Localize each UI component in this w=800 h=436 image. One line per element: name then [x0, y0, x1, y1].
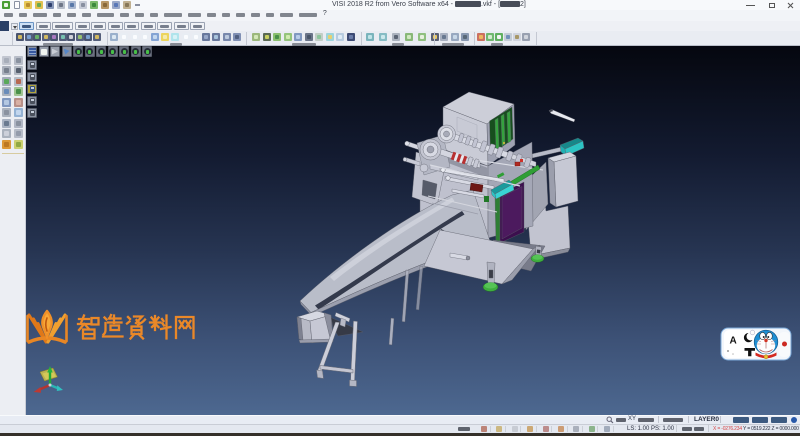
svg-text:A: A: [730, 336, 737, 347]
